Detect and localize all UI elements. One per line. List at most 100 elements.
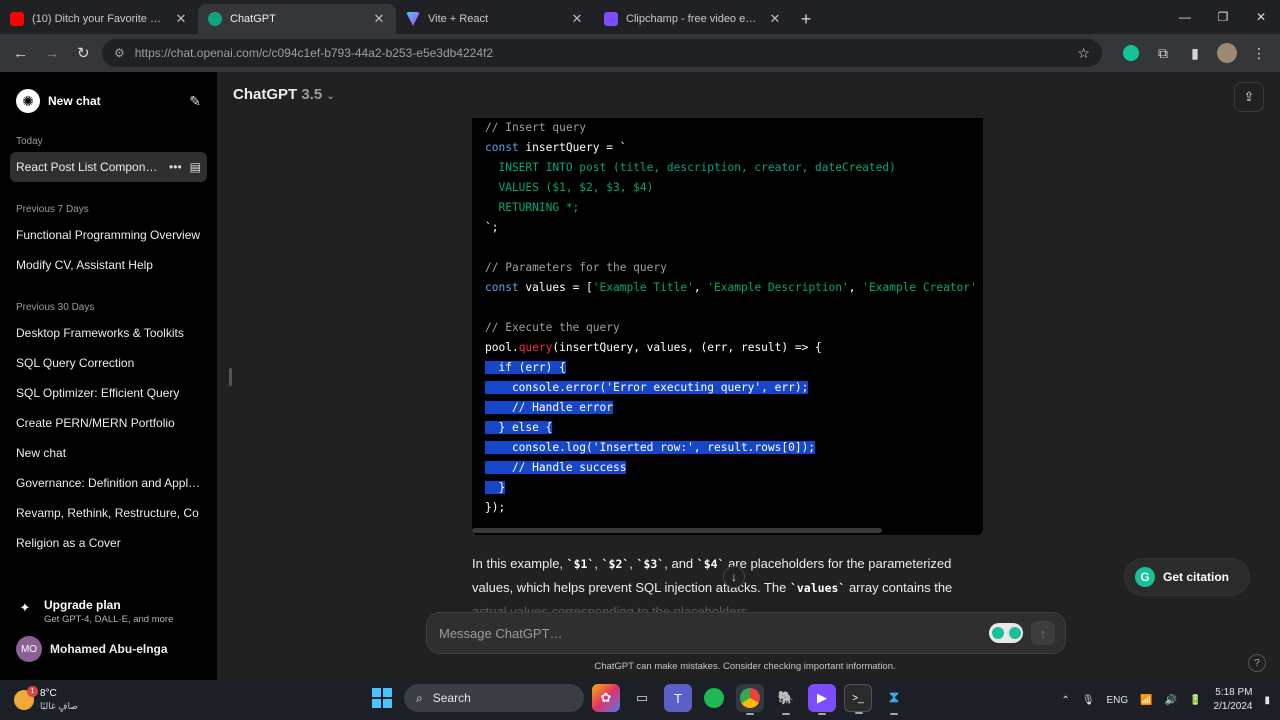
archive-icon[interactable]: ▤ bbox=[190, 152, 201, 182]
arrow-down-icon: ↓ bbox=[731, 570, 737, 584]
file-explorer-icon[interactable]: ▭ bbox=[628, 684, 656, 712]
sidebar-item[interactable]: Governance: Definition and Applications bbox=[10, 468, 207, 498]
site-info-icon[interactable]: ⚙ bbox=[114, 46, 125, 60]
grammarly-widget-icon[interactable] bbox=[989, 623, 1023, 643]
weather-widget[interactable]: 1 8°C صافٍ غالبًا bbox=[0, 686, 200, 712]
new-tab-button[interactable]: + bbox=[792, 4, 820, 34]
clipchamp-icon bbox=[604, 12, 618, 26]
share-button[interactable]: ⇪ bbox=[1234, 82, 1264, 112]
teams-icon[interactable]: T bbox=[664, 684, 692, 712]
user-menu[interactable]: MO Mohamed Abu-elnga bbox=[10, 634, 207, 664]
maximize-icon[interactable]: ❐ bbox=[1204, 0, 1242, 34]
clipchamp-app-icon[interactable]: ▶ bbox=[808, 684, 836, 715]
sidebar: ✺ New chat ✎ Today React Post List Compo… bbox=[0, 72, 217, 680]
reload-icon[interactable]: ↻ bbox=[71, 40, 96, 66]
time: 5:18 PM bbox=[1215, 687, 1253, 698]
copilot-icon[interactable]: ✿ bbox=[592, 684, 620, 712]
windows-start-icon[interactable] bbox=[368, 684, 396, 712]
new-chat-row[interactable]: ✺ New chat ✎ bbox=[10, 82, 207, 120]
side-panel-icon[interactable]: ▮ bbox=[1182, 40, 1208, 66]
menu-icon[interactable]: ⋮ bbox=[1246, 40, 1272, 66]
grammarly-extension-icon[interactable] bbox=[1118, 40, 1144, 66]
get-citation-button[interactable]: G Get citation bbox=[1125, 559, 1249, 595]
scroll-down-button[interactable]: ↓ bbox=[723, 566, 745, 588]
citation-label: Get citation bbox=[1163, 570, 1230, 584]
code-line: `; bbox=[485, 221, 499, 234]
sidebar-item[interactable]: Functional Programming Overview bbox=[10, 220, 207, 250]
code-line: VALUES ($1, $2, $3, $4) bbox=[485, 181, 654, 194]
chatgpt-icon bbox=[208, 12, 222, 26]
volume-icon[interactable]: 🔊 bbox=[1165, 695, 1177, 706]
tab-clipchamp[interactable]: Clipchamp - free video editor & ✕ bbox=[594, 4, 792, 34]
bookmark-star-icon[interactable]: ☆ bbox=[1077, 45, 1090, 62]
tab-chatgpt[interactable]: ChatGPT ✕ bbox=[198, 4, 396, 34]
clock[interactable]: 5:18 PM 2/1/2024 bbox=[1214, 686, 1253, 714]
help-icon[interactable]: ? bbox=[1248, 654, 1266, 672]
new-chat-label: New chat bbox=[48, 94, 101, 108]
avatar: MO bbox=[16, 636, 42, 662]
grammarly-icon: G bbox=[1135, 567, 1155, 587]
model-version: 3.5 bbox=[301, 86, 323, 103]
postgresql-icon[interactable]: 🐘 bbox=[772, 684, 800, 715]
model-selector[interactable]: ChatGPT 3.5 ⌄ bbox=[233, 86, 335, 103]
spotify-icon[interactable] bbox=[700, 684, 728, 712]
section-label: Today bbox=[16, 136, 43, 147]
code-line-selected: console.error('Error executing query', e… bbox=[485, 381, 809, 394]
extensions-icon[interactable]: ⧉ bbox=[1150, 40, 1176, 66]
close-icon[interactable]: ✕ bbox=[570, 11, 584, 27]
chevron-up-icon[interactable]: ⌃ bbox=[1061, 695, 1069, 706]
sidebar-item[interactable]: Religion as a Cover bbox=[10, 528, 207, 558]
search-label: Search bbox=[432, 691, 471, 705]
sidebar-item-react-post-list[interactable]: React Post List Component ••• ▤ bbox=[10, 152, 207, 182]
battery-icon[interactable]: 🔋 bbox=[1189, 695, 1201, 706]
weather-sun-icon: 1 bbox=[14, 686, 38, 710]
upgrade-title: Upgrade plan bbox=[44, 598, 121, 612]
wifi-icon[interactable]: 📶 bbox=[1140, 695, 1152, 706]
close-icon[interactable]: ✕ bbox=[174, 11, 188, 27]
sidebar-item[interactable]: SQL Optimizer: Efficient Query bbox=[10, 378, 207, 408]
notification-icon[interactable]: ▮ bbox=[1264, 695, 1270, 706]
sidebar-resize-handle[interactable] bbox=[229, 368, 232, 386]
vscode-icon[interactable]: ⧗ bbox=[880, 684, 908, 715]
weather-condition: صافٍ غالبًا bbox=[40, 701, 78, 711]
close-icon[interactable]: ✕ bbox=[372, 11, 386, 27]
close-icon[interactable]: ✕ bbox=[768, 11, 782, 27]
forward-icon[interactable]: → bbox=[39, 40, 64, 66]
sidebar-item[interactable]: Modify CV, Assistant Help bbox=[10, 250, 207, 280]
terminal-icon[interactable]: >_ bbox=[844, 684, 872, 714]
code-block: // Insert query const insertQuery = ` INS… bbox=[472, 118, 983, 535]
tab-youtube[interactable]: (10) Ditch your Favorite Program ✕ bbox=[0, 4, 198, 34]
sidebar-item[interactable]: Revamp, Rethink, Restructure, Co bbox=[10, 498, 207, 528]
url-text: https://chat.openai.com/c/c094c1ef-b793-… bbox=[134, 46, 494, 60]
upgrade-plan-button[interactable]: ✦ Upgrade plan Get GPT-4, DALL·E, and mo… bbox=[10, 594, 207, 629]
tab-title: (10) Ditch your Favorite Program bbox=[32, 13, 166, 25]
code-line: RETURNING *; bbox=[485, 201, 580, 214]
disclaimer-text: ChatGPT can make mistakes. Consider chec… bbox=[594, 661, 896, 672]
taskbar-search[interactable]: ⌕ Search bbox=[404, 684, 584, 712]
sidebar-item[interactable]: Desktop Frameworks & Toolkits bbox=[10, 318, 207, 348]
browser-toolbar: ← → ↻ ⚙ https://chat.openai.com/c/c094c1… bbox=[0, 34, 1280, 72]
address-bar[interactable]: ⚙ https://chat.openai.com/c/c094c1ef-b79… bbox=[101, 39, 1102, 67]
vite-icon bbox=[406, 12, 420, 26]
edit-icon[interactable]: ✎ bbox=[189, 93, 201, 110]
code-line-selected: if (err) { bbox=[485, 361, 566, 374]
minimize-icon[interactable]: — bbox=[1166, 0, 1204, 34]
arrow-up-icon: ↑ bbox=[1039, 625, 1047, 641]
code-horizontal-scrollbar[interactable] bbox=[472, 528, 882, 533]
code-line: // Parameters for the query bbox=[485, 261, 667, 274]
tab-vite[interactable]: Vite + React ✕ bbox=[396, 4, 594, 34]
more-options-icon[interactable]: ••• bbox=[169, 152, 182, 182]
sidebar-item[interactable]: SQL Query Correction bbox=[10, 348, 207, 378]
sidebar-item[interactable]: New chat bbox=[10, 438, 207, 468]
send-button[interactable]: ↑ bbox=[1031, 621, 1055, 645]
sidebar-item[interactable]: Create PERN/MERN Portfolio bbox=[10, 408, 207, 438]
close-window-icon[interactable]: ✕ bbox=[1242, 0, 1280, 34]
section-label: Previous 7 Days bbox=[16, 204, 89, 215]
message-input[interactable] bbox=[439, 625, 989, 641]
back-icon[interactable]: ← bbox=[8, 40, 33, 66]
microphone-icon[interactable]: 🎙 bbox=[1082, 695, 1095, 706]
chrome-icon[interactable] bbox=[736, 684, 764, 715]
profile-avatar[interactable] bbox=[1214, 40, 1240, 66]
language-indicator[interactable]: ENG bbox=[1107, 695, 1129, 706]
